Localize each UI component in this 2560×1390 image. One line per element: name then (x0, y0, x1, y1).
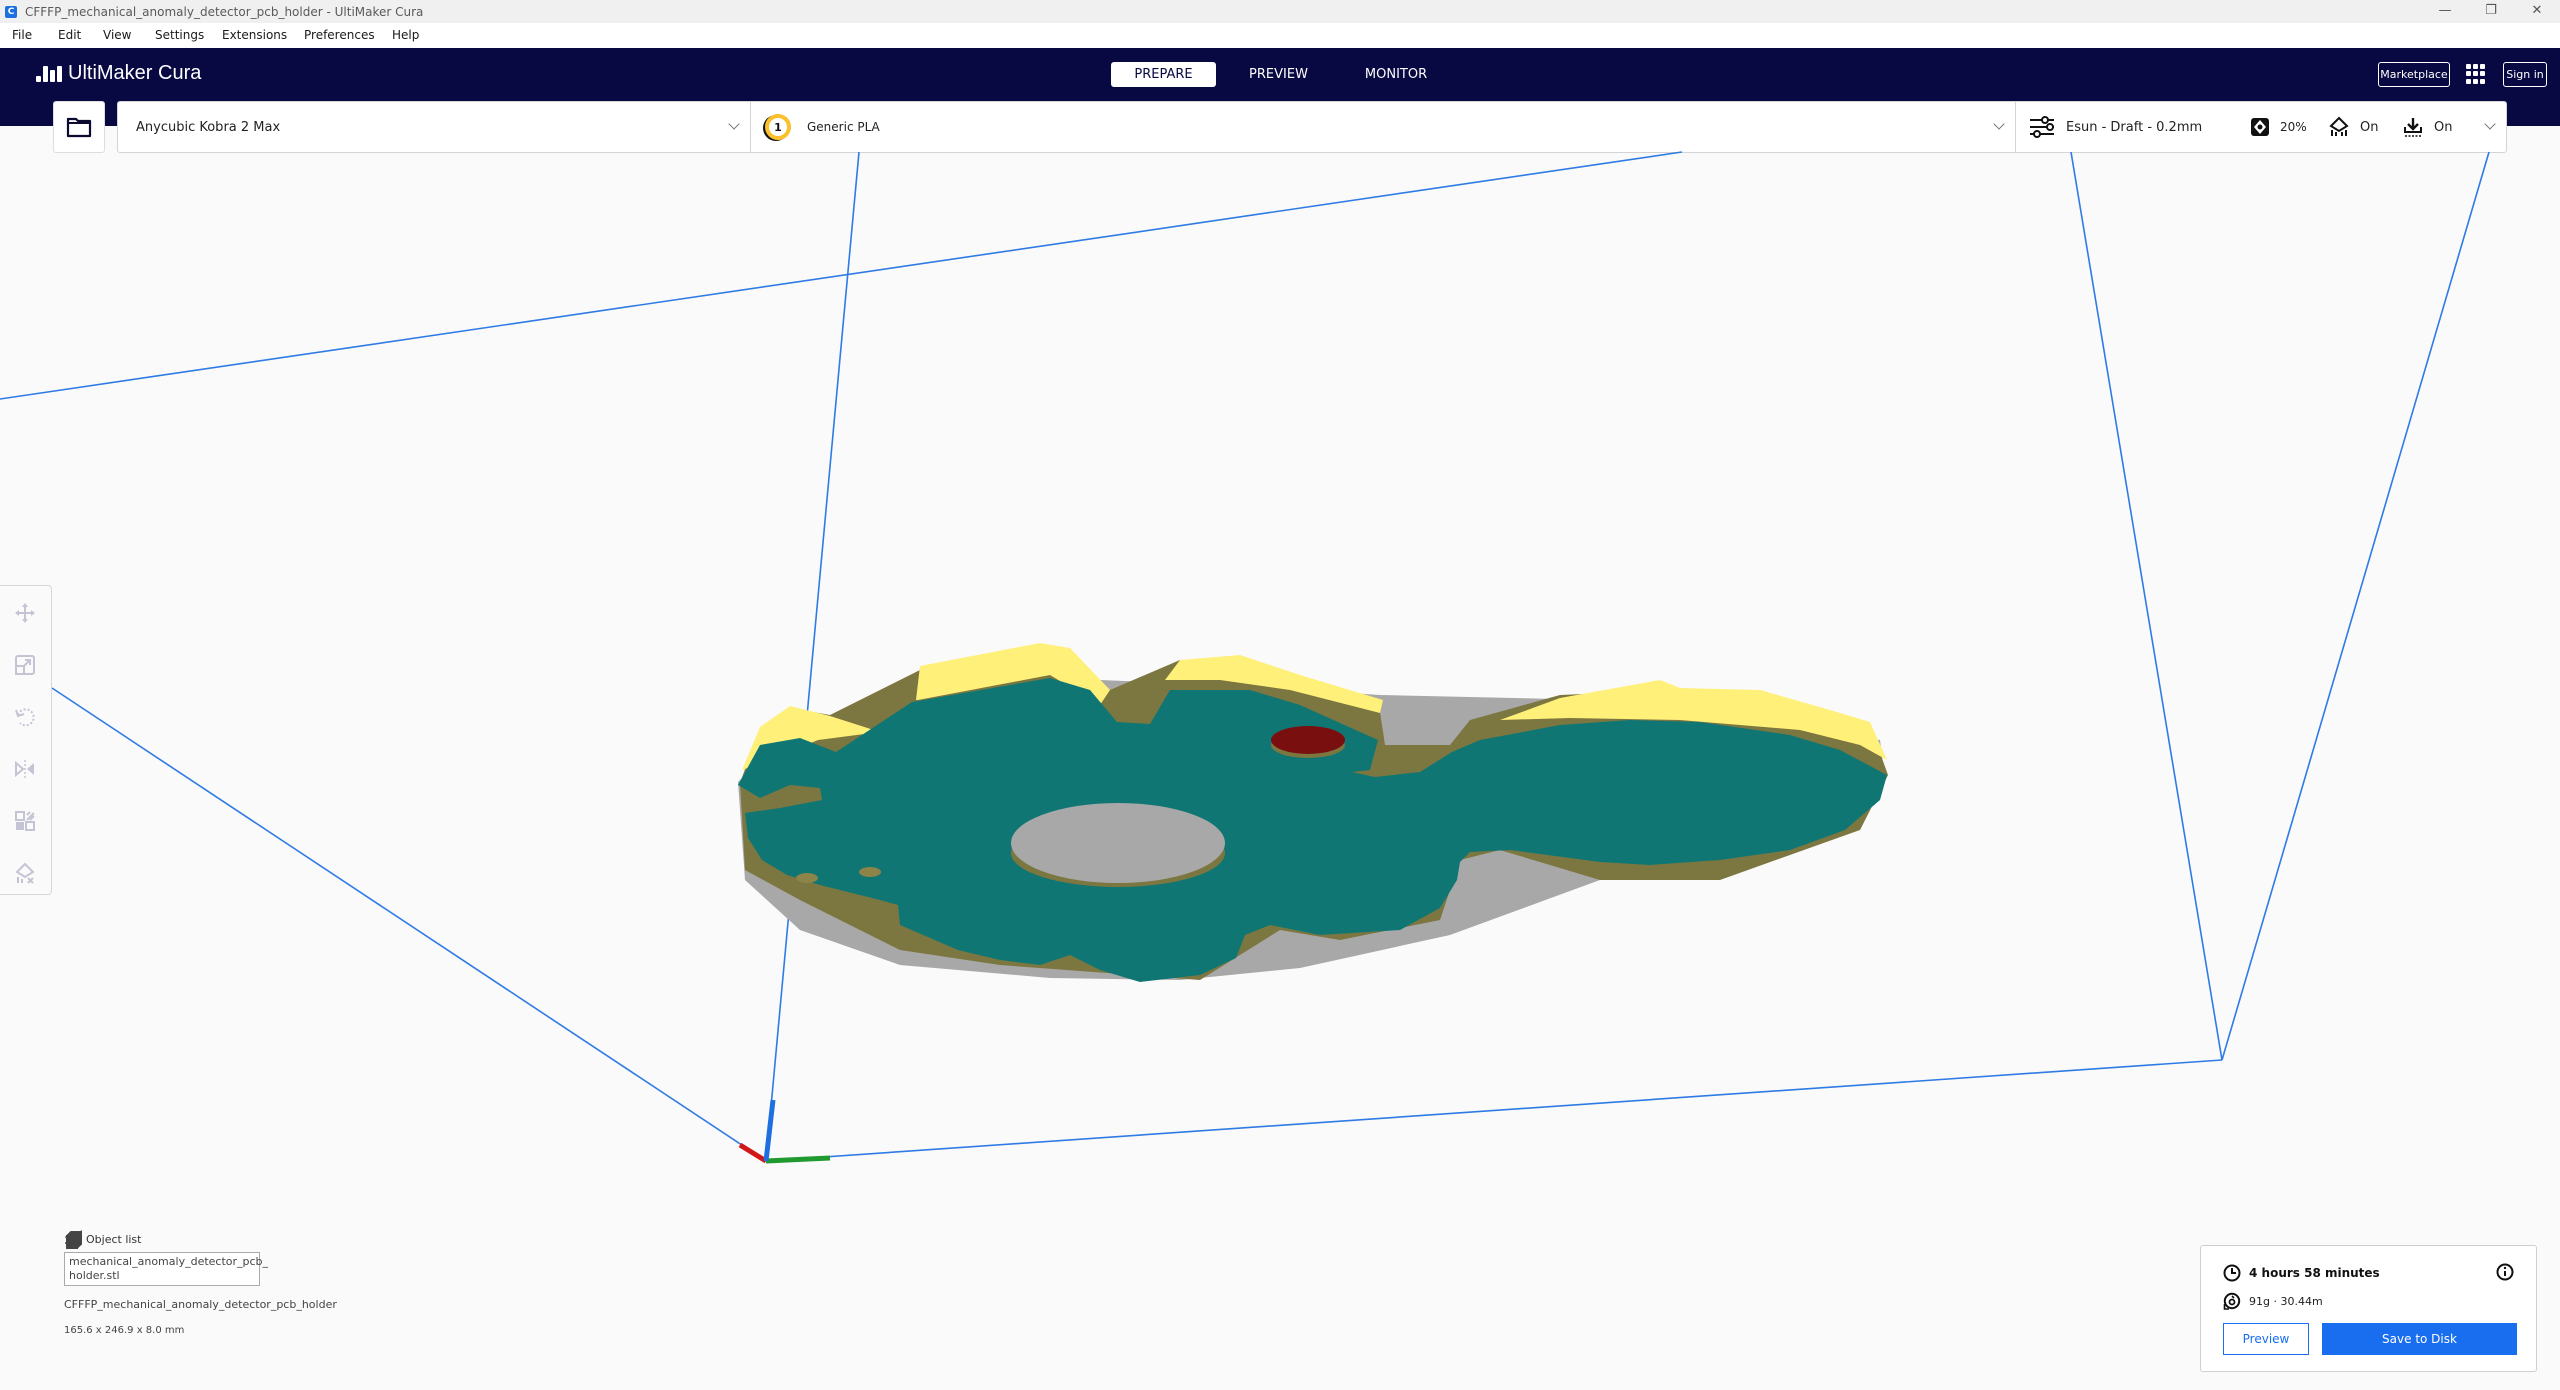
material-usage: 91g · 30.44m (2249, 1294, 2323, 1308)
menu-help[interactable]: Help (392, 28, 419, 42)
object-list-panel: Object list mechanical_anomaly_detector_… (64, 1230, 337, 1352)
project-name-row[interactable]: CFFFP_mechanical_anomaly_detector_pcb_ho… (64, 1232, 337, 1311)
support-blocker-icon (15, 862, 35, 884)
model-center-hole (1011, 803, 1225, 883)
model-red-boss (1271, 726, 1345, 754)
build-volume-edge (765, 1059, 2223, 1162)
print-job-panel: 4 hours 58 minutes 91g · 30.44m Preview … (2200, 1245, 2537, 1372)
object-list-title: Object list (86, 1232, 142, 1246)
menu-preferences[interactable]: Preferences (304, 28, 375, 42)
menu-edit[interactable]: Edit (58, 28, 81, 42)
per-model-settings-tool[interactable] (14, 810, 38, 834)
window-controls: — ❐ ✕ (2422, 0, 2560, 23)
build-volume-edge (2070, 151, 2223, 1061)
build-volume-edge (0, 151, 1683, 400)
sign-in-button[interactable]: Sign in (2503, 62, 2547, 87)
build-volume-view[interactable] (0, 126, 2560, 1390)
menu-bar: File Edit View Settings Extensions Prefe… (0, 23, 2560, 48)
menu-settings[interactable]: Settings (155, 28, 204, 42)
print-time-row: 4 hours 58 minutes (2223, 1264, 2380, 1282)
spool-icon (2223, 1292, 2241, 1310)
3d-viewport[interactable]: Object list mechanical_anomaly_detector_… (0, 126, 2560, 1390)
support-blocker-tool[interactable] (14, 862, 38, 886)
menu-view[interactable]: View (103, 28, 131, 42)
rotate-icon (15, 708, 35, 727)
window-title: CFFFP_mechanical_anomaly_detector_pcb_ho… (25, 4, 424, 19)
mirror-tool[interactable] (14, 758, 38, 782)
preview-button[interactable]: Preview (2223, 1323, 2309, 1355)
axis-indicator (738, 1099, 831, 1164)
marketplace-button[interactable]: Marketplace (2378, 62, 2450, 87)
apps-grid-icon[interactable] (2466, 64, 2486, 84)
save-to-disk-button[interactable]: Save to Disk (2322, 1323, 2517, 1355)
object-list-toggle[interactable]: Object list (64, 1230, 337, 1248)
restore-button[interactable]: ❐ (2468, 0, 2514, 23)
stage-tabs: PREPARE PREVIEW MONITOR (1111, 62, 1451, 87)
ultimaker-logo-icon (36, 65, 62, 82)
build-volume-edge (51, 687, 767, 1162)
transform-toolbar (0, 585, 52, 895)
scale-tool[interactable] (14, 654, 38, 678)
model-small-hole (796, 873, 818, 883)
model-dimensions: 165.6 x 246.9 x 8.0 mm (64, 1325, 185, 1336)
scale-icon (15, 655, 35, 675)
brand-logo: UltiMaker Cura (36, 62, 201, 85)
brand-name: UltiMaker Cura (68, 62, 202, 84)
x-axis (738, 1142, 768, 1164)
info-icon[interactable] (2496, 1263, 2514, 1285)
move-icon (15, 603, 35, 623)
menu-extensions[interactable]: Extensions (222, 28, 287, 42)
model-small-hole (859, 867, 881, 877)
move-tool[interactable] (14, 602, 38, 626)
right-view-icon[interactable] (64, 1230, 84, 1250)
cura-app-icon: C (5, 5, 17, 18)
mirror-icon (15, 760, 34, 778)
per-model-settings-icon (15, 811, 35, 831)
close-button[interactable]: ✕ (2514, 0, 2560, 23)
title-bar: C CFFFP_mechanical_anomaly_detector_pcb_… (0, 0, 2560, 23)
tab-prepare[interactable]: PREPARE (1111, 62, 1216, 87)
clock-icon (2223, 1264, 2241, 1282)
menu-file[interactable]: File (12, 28, 32, 42)
tab-preview[interactable]: PREVIEW (1216, 62, 1341, 87)
print-time: 4 hours 58 minutes (2249, 1266, 2380, 1280)
material-usage-row: 91g · 30.44m (2223, 1292, 2323, 1310)
build-volume-edge (2221, 151, 2490, 1061)
project-name: CFFFP_mechanical_anomaly_detector_pcb_ho… (64, 1298, 337, 1311)
y-axis (765, 1155, 831, 1164)
build-volume-edge (765, 151, 860, 1162)
z-axis (763, 1099, 776, 1162)
minimize-button[interactable]: — (2422, 0, 2468, 23)
rotate-tool[interactable] (14, 706, 38, 730)
object-list-item[interactable]: mechanical_anomaly_detector_pcb_ holder.… (64, 1252, 268, 1286)
tab-monitor[interactable]: MONITOR (1341, 62, 1451, 87)
